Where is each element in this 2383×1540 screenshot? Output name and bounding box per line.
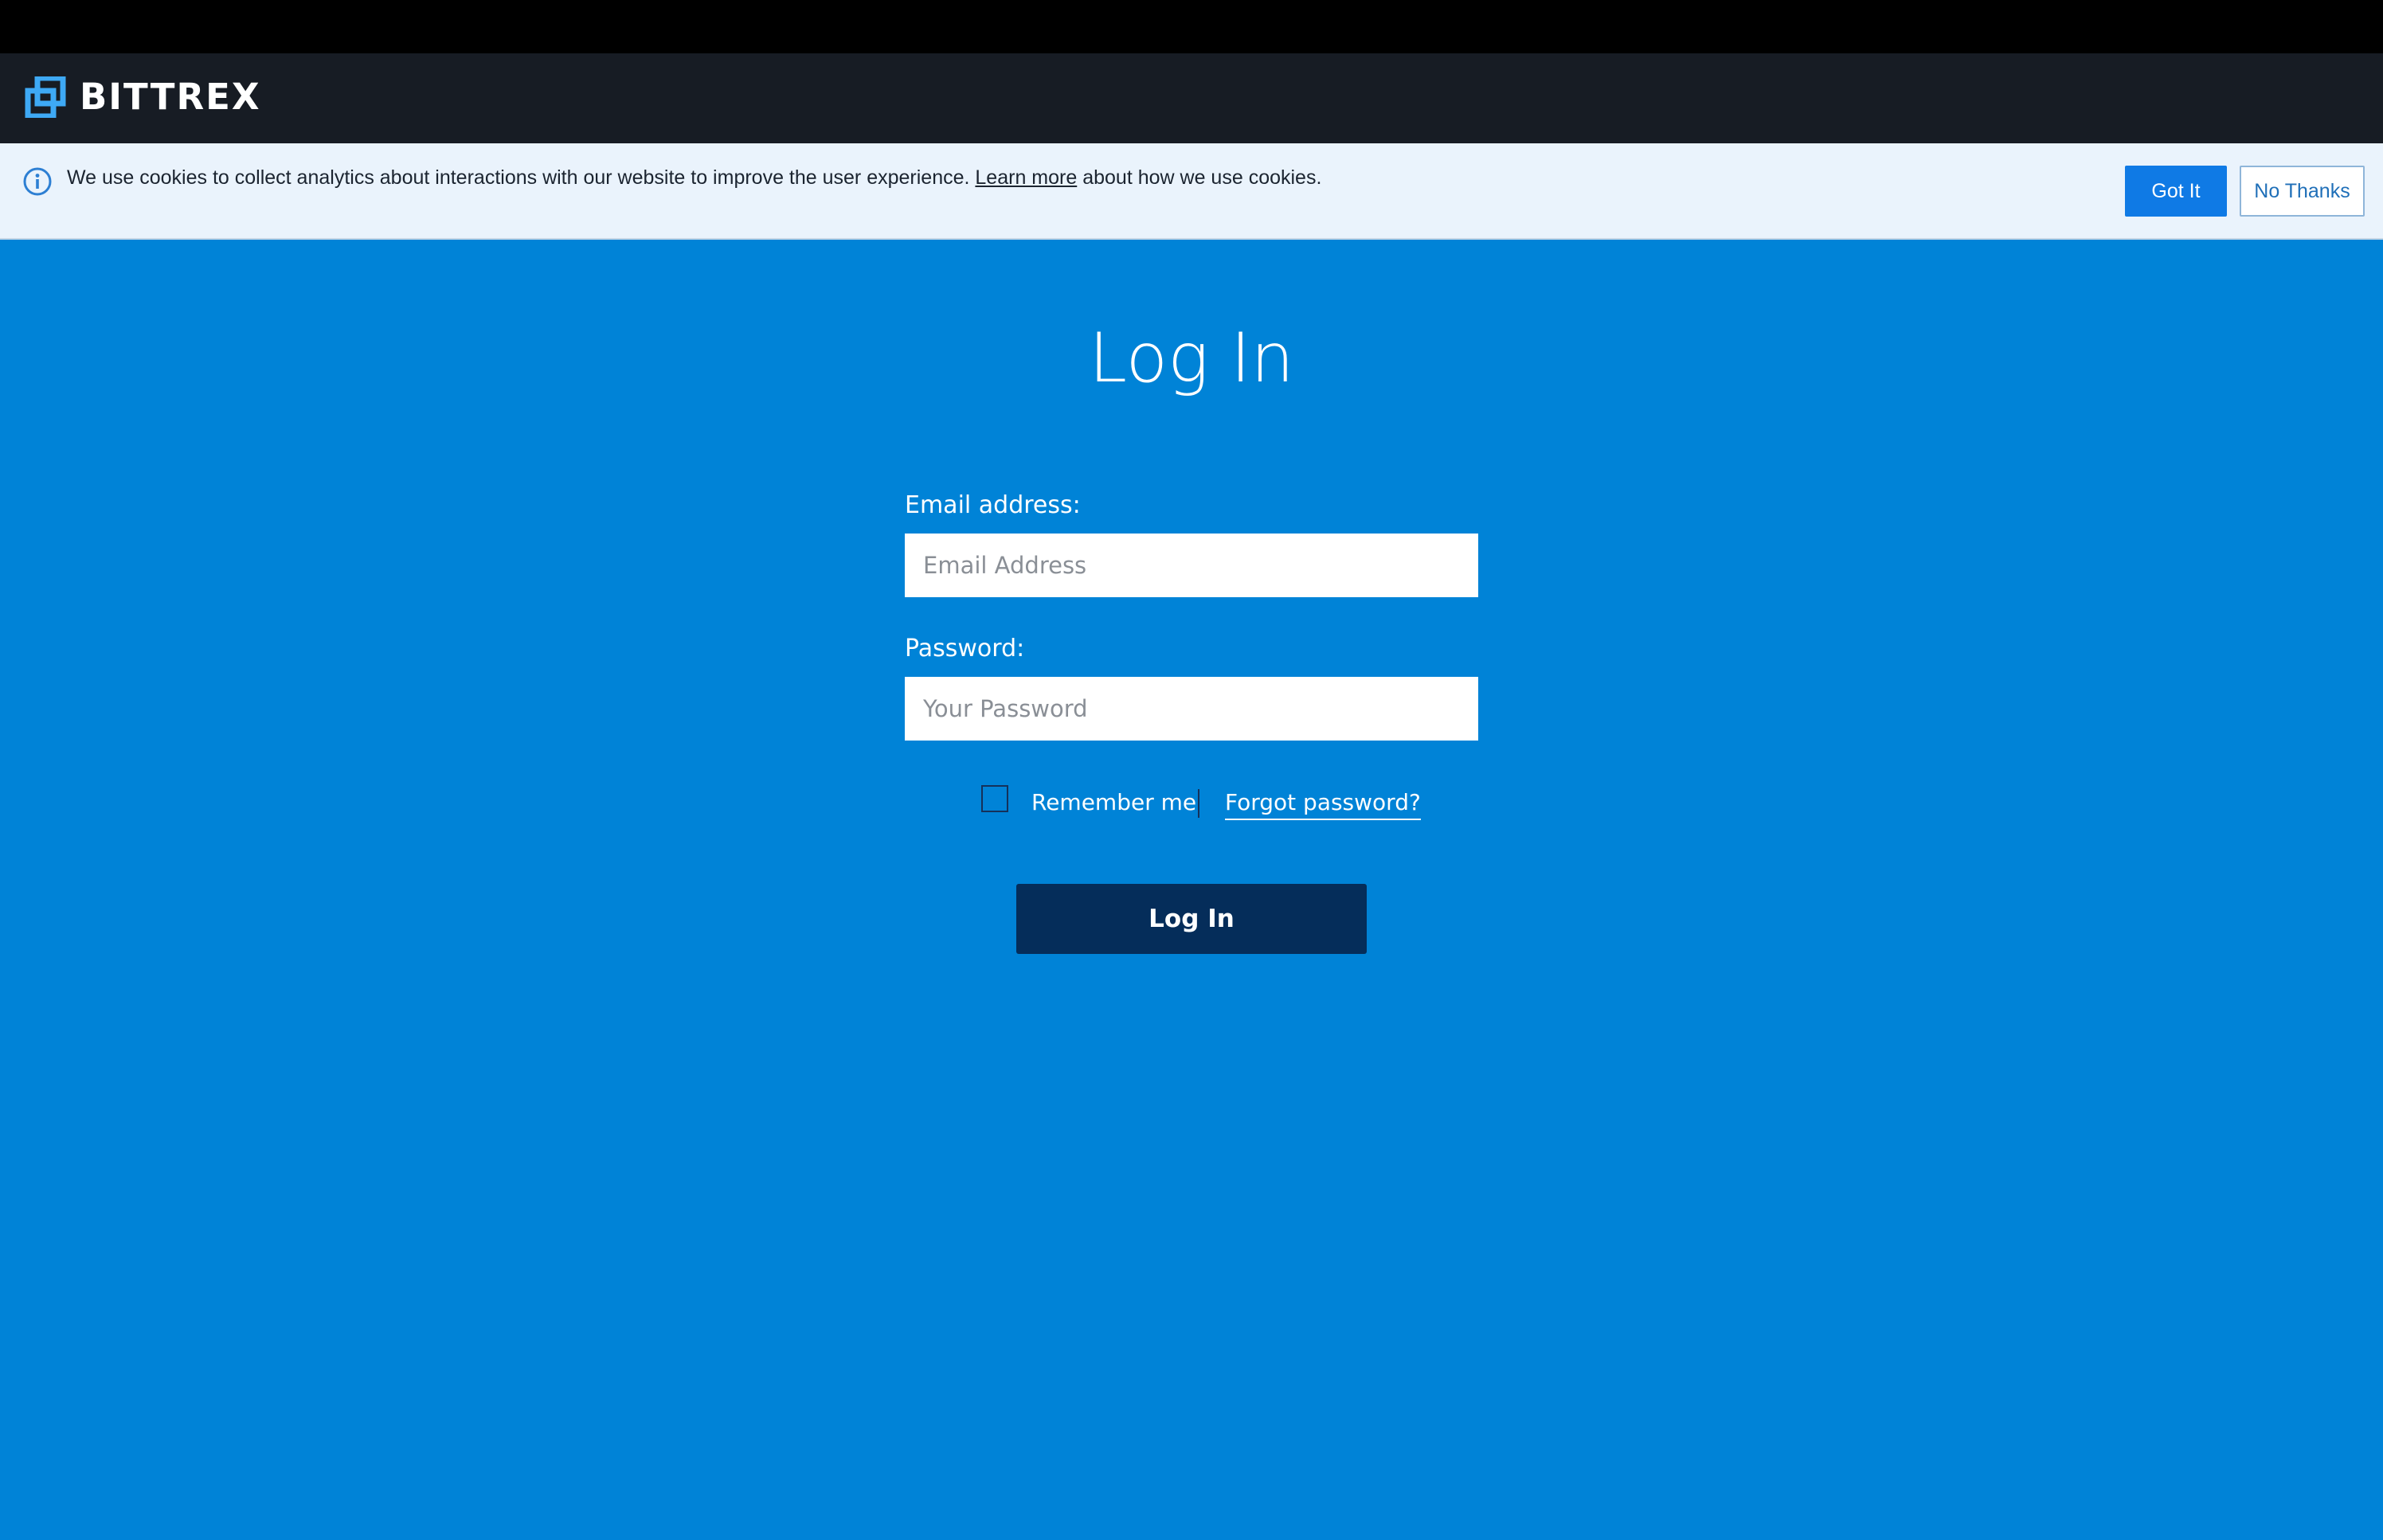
cookie-message: We use cookies to collect analytics abou…: [67, 166, 1321, 190]
bittrex-logo-icon: [25, 76, 66, 118]
forgot-password-link[interactable]: Forgot password?: [1225, 787, 1421, 820]
remember-row: Remember me Forgot password?: [0, 784, 2383, 823]
log-in-button[interactable]: Log In: [1016, 884, 1367, 954]
cookie-banner: [0, 143, 2383, 240]
got-it-button[interactable]: Got It: [2125, 166, 2227, 217]
password-label: Password:: [905, 635, 1025, 663]
no-thanks-button[interactable]: No Thanks: [2240, 166, 2365, 217]
password-input[interactable]: [905, 677, 1478, 741]
cookie-text-after: about how we use cookies.: [1082, 166, 1322, 189]
page-title: Log In: [1089, 319, 1294, 398]
learn-more-link[interactable]: Learn more: [975, 166, 1077, 189]
top-black-bar: [0, 0, 2383, 53]
email-label: Email address:: [905, 491, 1081, 519]
cookie-text-before: We use cookies to collect analytics abou…: [67, 166, 970, 189]
remember-me-label[interactable]: Remember me: [1031, 787, 1196, 819]
site-header: BITTREX: [0, 53, 2383, 143]
remember-me-checkbox[interactable]: [981, 785, 1008, 812]
logo[interactable]: BITTREX: [25, 76, 261, 118]
divider: [1198, 789, 1199, 818]
logo-text: BITTREX: [80, 76, 261, 118]
info-icon: [23, 167, 52, 196]
email-input[interactable]: [905, 534, 1478, 597]
